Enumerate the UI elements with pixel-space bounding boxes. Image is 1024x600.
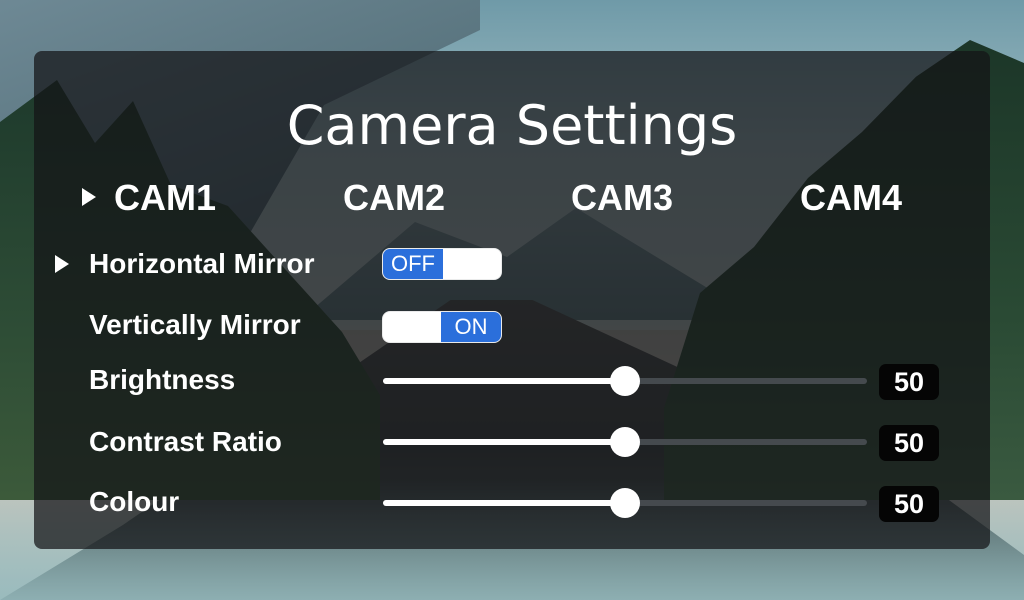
colour-slider[interactable] — [383, 488, 867, 518]
slider-thumb[interactable] — [610, 488, 640, 518]
brightness-slider[interactable] — [383, 366, 867, 396]
slider-fill — [383, 378, 625, 384]
row-selection-marker-icon — [55, 255, 69, 273]
colour-label: Colour — [89, 486, 180, 517]
vertical-mirror-toggle[interactable]: ON — [383, 312, 501, 342]
brightness-label: Brightness — [89, 364, 236, 395]
tab-cam1[interactable]: CAM1 — [114, 176, 216, 220]
slider-thumb[interactable] — [610, 366, 640, 396]
tab-cam2[interactable]: CAM2 — [343, 176, 445, 220]
tab-cam3[interactable]: CAM3 — [571, 176, 673, 220]
slider-fill — [383, 500, 625, 506]
contrast-ratio-label: Contrast Ratio — [89, 426, 282, 457]
toggle-state-off: OFF — [383, 249, 443, 279]
slider-fill — [383, 439, 625, 445]
page-title: Camera Settings — [286, 94, 738, 157]
tab-selection-marker-icon — [82, 188, 96, 206]
horizontal-mirror-label: Horizontal Mirror — [89, 248, 315, 279]
contrast-ratio-slider[interactable] — [383, 427, 867, 457]
vertical-mirror-label: Vertically Mirror — [89, 309, 301, 340]
brightness-value: 50 — [879, 364, 939, 400]
colour-value: 50 — [879, 486, 939, 522]
horizontal-mirror-toggle[interactable]: OFF — [383, 249, 501, 279]
tab-cam4[interactable]: CAM4 — [800, 176, 902, 220]
contrast-ratio-value: 50 — [879, 425, 939, 461]
slider-thumb[interactable] — [610, 427, 640, 457]
toggle-state-on: ON — [441, 312, 501, 342]
